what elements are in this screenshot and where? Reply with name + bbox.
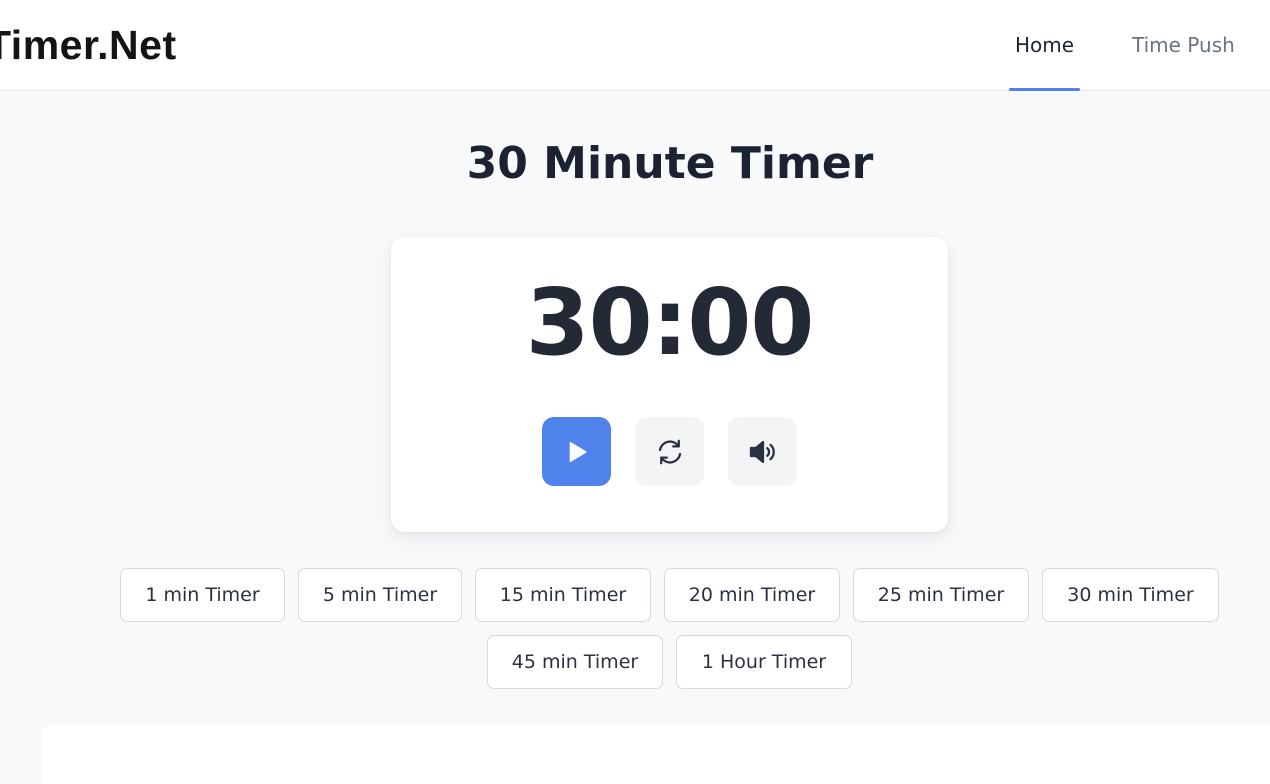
preset-1-min[interactable]: 1 min Timer xyxy=(120,568,285,622)
preset-5-min[interactable]: 5 min Timer xyxy=(298,568,462,622)
play-icon xyxy=(569,441,586,462)
play-button[interactable] xyxy=(542,417,611,486)
timer-card: 30:00 xyxy=(391,237,948,532)
active-nav-indicator xyxy=(1009,88,1080,91)
preset-25-min[interactable]: 25 min Timer xyxy=(853,568,1029,622)
refresh-icon xyxy=(658,439,681,464)
preset-20-min[interactable]: 20 min Timer xyxy=(664,568,840,622)
timer-display: 30:00 xyxy=(525,269,815,376)
site-header: Timer.Net Home Time Push xyxy=(0,0,1270,91)
content-panel xyxy=(42,724,1270,784)
sound-button[interactable] xyxy=(728,417,797,486)
preset-15-min[interactable]: 15 min Timer xyxy=(475,568,651,622)
site-logo[interactable]: Timer.Net xyxy=(0,22,177,69)
reset-button[interactable] xyxy=(635,417,704,486)
speaker-icon xyxy=(749,440,775,463)
preset-30-min[interactable]: 30 min Timer xyxy=(1042,568,1219,622)
preset-1-hour[interactable]: 1 Hour Timer xyxy=(676,635,852,689)
nav-home[interactable]: Home xyxy=(1015,33,1074,57)
page-title: 30 Minute Timer xyxy=(466,138,874,189)
preset-45-min[interactable]: 45 min Timer xyxy=(487,635,663,689)
nav-time-push[interactable]: Time Push xyxy=(1132,33,1235,57)
